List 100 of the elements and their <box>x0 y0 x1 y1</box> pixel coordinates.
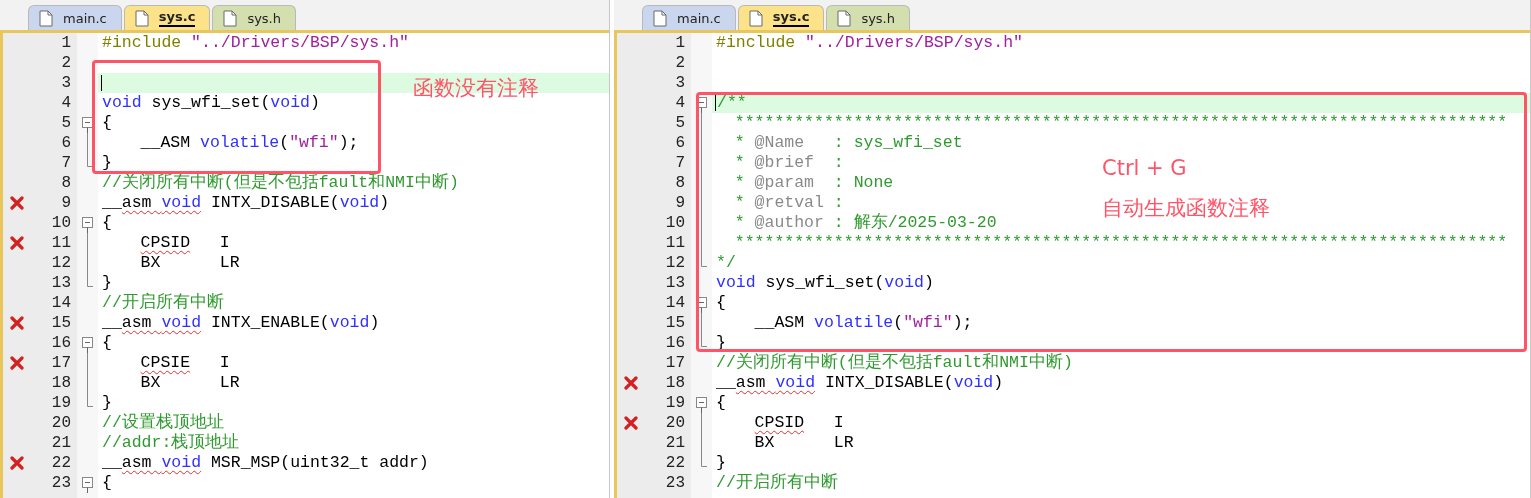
line-number: 12 <box>51 253 72 273</box>
line-number: 11 <box>665 233 686 253</box>
text-cursor <box>715 95 716 111</box>
line-number: 8 <box>675 173 686 193</box>
code-line: //开启所有中断 <box>102 293 224 313</box>
line-number: 14 <box>51 293 72 313</box>
file-icon <box>134 9 149 27</box>
line-number: 3 <box>675 73 686 93</box>
text-cursor <box>101 75 102 91</box>
fold-line <box>701 313 702 333</box>
line-number: 3 <box>61 73 72 93</box>
code-line: //关闭所有中断(但是不包括fault和NMI中断) <box>102 173 459 193</box>
file-tab[interactable]: main.c <box>28 5 122 30</box>
code-line: } <box>102 153 112 173</box>
line-number: 18 <box>51 373 72 393</box>
code-line: __asm void INTX_DISABLE(void) <box>716 373 1004 393</box>
line-number: 4 <box>675 93 686 113</box>
code-line: __ASM volatile("wfi"); <box>140 133 359 153</box>
code-line: //设置栈顶地址 <box>102 413 224 433</box>
file-tab[interactable]: sys.h <box>212 5 296 30</box>
code-line: __asm void INTX_ENABLE(void) <box>102 313 380 333</box>
fold-end-icon <box>87 393 93 407</box>
code-line: { <box>716 393 726 413</box>
line-number: 9 <box>675 193 686 213</box>
line-number: 12 <box>665 253 686 273</box>
code-line: //关闭所有中断(但是不包括fault和NMI中断) <box>716 353 1073 373</box>
file-tab[interactable]: main.c <box>642 5 736 30</box>
code-line: */ <box>716 253 736 273</box>
line-number: 5 <box>675 113 686 133</box>
line-number: 2 <box>675 53 686 73</box>
code-line: __ASM volatile("wfi"); <box>754 313 973 333</box>
code-line: } <box>102 273 112 293</box>
line-number: 13 <box>51 273 72 293</box>
code-line: } <box>716 453 726 473</box>
code-line: //addr:栈顶地址 <box>102 433 240 453</box>
fold-end-icon <box>87 273 93 287</box>
code-line: CPSID I <box>140 233 230 253</box>
line-number: 17 <box>665 353 686 373</box>
line-number: 21 <box>665 433 686 453</box>
line-number: 1 <box>61 33 72 53</box>
code-line: * @author : 解东/2025-03-20 <box>734 213 997 233</box>
file-tab[interactable]: sys.c <box>737 5 825 30</box>
line-number: 20 <box>51 413 72 433</box>
line-number: 22 <box>665 453 686 473</box>
code-line: #include "../Drivers/BSP/sys.h" <box>102 33 409 53</box>
code-line: { <box>102 113 112 133</box>
file-icon <box>837 9 852 27</box>
line-number: 1 <box>675 33 686 53</box>
code-line: BX LR <box>754 433 854 453</box>
line-number: 22 <box>51 453 72 473</box>
code-line: BX LR <box>140 373 240 393</box>
code-line: __asm void INTX_DISABLE(void) <box>102 193 390 213</box>
file-icon <box>39 9 53 27</box>
line-number: 15 <box>51 313 72 333</box>
code-line: ****************************************************************************** <box>734 233 1508 253</box>
code-line: CPSID I <box>754 413 844 433</box>
code-line: } <box>102 393 112 413</box>
code-line: /** <box>717 93 747 113</box>
line-number: 18 <box>665 373 686 393</box>
annotation-text: Ctrl + G <box>1102 155 1187 182</box>
line-number: 8 <box>61 173 72 193</box>
code-line: { <box>102 473 112 493</box>
fold-end-icon <box>701 333 707 347</box>
file-tab[interactable]: sys.h <box>826 5 910 30</box>
code-line: { <box>102 333 112 353</box>
fold-line <box>87 133 88 153</box>
code-line: ****************************************************************************** <box>734 113 1508 133</box>
code-line: * @retval : <box>734 193 844 213</box>
code-line: CPSIE I <box>140 353 230 373</box>
line-number: 23 <box>665 473 686 493</box>
line-number: 19 <box>51 393 72 413</box>
line-number: 23 <box>51 473 72 493</box>
code-line: * @param : None <box>734 173 894 193</box>
fold-end-icon <box>87 153 93 167</box>
line-number: 7 <box>61 153 72 173</box>
fold-end-icon <box>701 253 707 267</box>
line-number: 2 <box>61 53 72 73</box>
line-number: 7 <box>675 153 686 173</box>
line-number: 17 <box>51 353 72 373</box>
line-number: 16 <box>51 333 72 353</box>
line-number: 20 <box>665 413 686 433</box>
code-line: __asm void MSR_MSP(uint32_t addr) <box>102 453 429 473</box>
line-number: 14 <box>665 293 686 313</box>
file-icon <box>653 9 667 27</box>
line-number: 11 <box>51 233 72 253</box>
line-number: 6 <box>675 133 686 153</box>
line-number: 21 <box>51 433 72 453</box>
code-line: #include "../Drivers/BSP/sys.h" <box>716 33 1023 53</box>
file-tab[interactable]: sys.c <box>123 5 211 30</box>
line-number: 9 <box>61 193 72 213</box>
code-line: void sys_wfi_set(void) <box>102 93 320 113</box>
annotation-text: 自动生成函数注释 <box>1102 195 1270 222</box>
line-number: 19 <box>665 393 686 413</box>
line-number: 5 <box>61 113 72 133</box>
code-line: * @Name : sys_wfi_set <box>734 133 963 153</box>
line-number: 6 <box>61 133 72 153</box>
fold-end-icon <box>701 453 707 467</box>
line-number: 10 <box>665 213 686 233</box>
code-line: { <box>102 213 112 233</box>
code-line: { <box>716 293 726 313</box>
